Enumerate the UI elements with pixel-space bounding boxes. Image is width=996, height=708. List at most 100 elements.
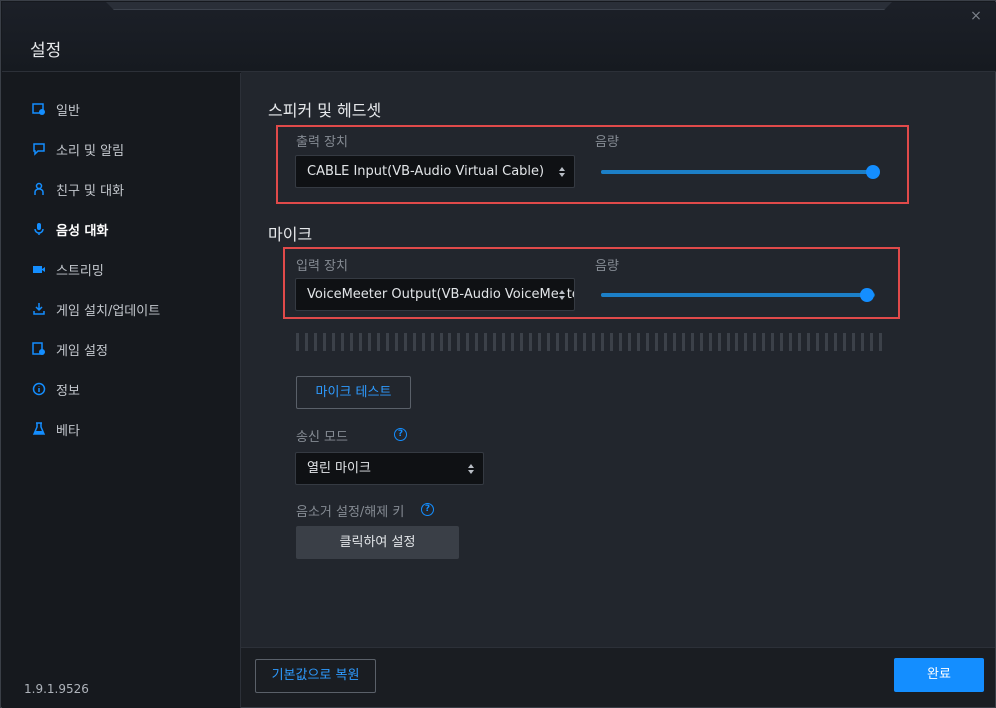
transmit-mode-select[interactable]: 열린 마이크 (295, 452, 484, 485)
sidebar-item-label: 게임 설치/업데이트 (56, 303, 161, 319)
meter-bar (511, 333, 515, 351)
meter-bar (843, 333, 847, 351)
meter-bar (870, 333, 873, 351)
meter-bar (627, 333, 631, 351)
meter-bar (735, 333, 739, 351)
input-device-value: VoiceMeeter Output(VB-Audio VoiceMeeter … (307, 287, 574, 302)
meter-bar (340, 333, 344, 351)
meter-bar (681, 333, 685, 351)
sidebar-item-beta[interactable]: 베타 (32, 419, 80, 439)
input-volume-label: 음량 (595, 259, 619, 274)
meter-bar (645, 333, 649, 351)
meter-bar (618, 333, 622, 351)
close-icon[interactable]: × (968, 8, 984, 24)
meter-bar (789, 333, 793, 351)
slider-fill (601, 293, 867, 297)
mic-level-meter (296, 333, 882, 351)
meter-bar (753, 333, 757, 351)
updown-arrows-icon (559, 167, 565, 177)
sidebar-item-friends[interactable]: 친구 및 대화 (32, 179, 124, 199)
meter-bar (376, 333, 380, 351)
updown-arrows-icon (468, 464, 474, 474)
input-volume-slider[interactable] (601, 288, 875, 302)
sidebar-item-label: 친구 및 대화 (56, 183, 125, 199)
gear-window-icon (32, 102, 46, 116)
output-device-select[interactable]: CABLE Input(VB-Audio Virtual Cable) (295, 155, 575, 188)
meter-bar (493, 333, 497, 351)
sidebar: 일반 소리 및 알림 친구 및 대화 음성 대화 스트리밍 게임 설치/업데이트… (2, 73, 241, 708)
meter-bar (484, 333, 488, 351)
input-device-label: 입력 장치 (296, 259, 348, 274)
sidebar-item-streaming[interactable]: 스트리밍 (32, 259, 104, 279)
speech-bubble-icon (32, 142, 46, 156)
meter-bar (600, 333, 604, 351)
mic-test-button[interactable]: 마이크 테스트 (296, 376, 411, 409)
meter-bar (430, 333, 434, 351)
sidebar-item-label: 게임 설정 (56, 343, 108, 359)
meter-bar (852, 333, 856, 351)
speakers-section-title: 스피커 및 헤드셋 (268, 101, 382, 120)
meter-bar (565, 333, 569, 351)
meter-bar (717, 333, 721, 351)
meter-bar (538, 333, 542, 351)
meter-bar (349, 333, 353, 351)
help-icon[interactable]: ? (394, 428, 407, 441)
meter-bar (547, 333, 551, 351)
sidebar-item-voice-chat[interactable]: 음성 대화 (32, 219, 108, 239)
meter-bar (322, 333, 326, 351)
meter-bar (466, 333, 470, 351)
sidebar-item-general[interactable]: 일반 (32, 99, 80, 119)
meter-bar (654, 333, 658, 351)
meter-bar (583, 333, 586, 351)
help-icon[interactable]: ? (421, 503, 434, 516)
sidebar-item-game-install[interactable]: 게임 설치/업데이트 (32, 299, 160, 319)
meter-bar (556, 333, 560, 351)
download-icon (32, 302, 46, 316)
info-icon (32, 382, 46, 396)
meter-bar (502, 333, 506, 351)
flask-icon (32, 422, 46, 436)
meter-bar (825, 333, 829, 351)
microphone-section-title: 마이크 (268, 225, 313, 244)
meter-bar (385, 333, 389, 351)
sidebar-item-label: 정보 (56, 383, 80, 399)
meter-bar (331, 333, 335, 351)
mute-key-set-button[interactable]: 클릭하여 설정 (296, 526, 459, 559)
updown-arrows-icon (558, 289, 566, 301)
meter-bar (520, 333, 524, 351)
meter-bar (304, 333, 308, 351)
sidebar-item-info[interactable]: 정보 (32, 379, 80, 399)
slider-thumb[interactable] (866, 165, 881, 179)
done-button[interactable]: 완료 (894, 658, 984, 692)
video-camera-icon (32, 262, 46, 276)
meter-bar (726, 333, 730, 351)
transmit-mode-label: 송신 모드 (296, 430, 348, 445)
sidebar-item-label: 음성 대화 (56, 223, 109, 239)
meter-bar (744, 333, 748, 351)
output-volume-label: 음량 (595, 135, 619, 150)
meter-bar (690, 333, 694, 351)
meter-bar (771, 333, 775, 351)
sidebar-item-sound[interactable]: 소리 및 알림 (32, 139, 124, 159)
meter-bar (574, 333, 578, 351)
meter-bar (412, 333, 416, 351)
meter-bar (448, 333, 452, 351)
sidebar-item-game-settings[interactable]: 게임 설정 (32, 339, 108, 359)
sidebar-item-label: 베타 (56, 423, 80, 439)
reset-defaults-button[interactable]: 기본값으로 복원 (255, 659, 376, 693)
title-bar-notch (106, 2, 892, 10)
meter-bar (403, 333, 407, 351)
meter-bar (591, 333, 595, 351)
meter-bar (529, 333, 533, 351)
meter-bar (780, 333, 784, 351)
meter-bar (421, 333, 425, 351)
meter-bar (296, 333, 299, 351)
output-volume-slider[interactable] (601, 165, 881, 179)
slider-thumb[interactable] (859, 288, 874, 302)
meter-bar (636, 333, 640, 351)
person-icon (32, 182, 46, 196)
meter-bar (457, 333, 461, 351)
output-device-label: 출력 장치 (296, 135, 348, 150)
input-device-select[interactable]: VoiceMeeter Output(VB-Audio VoiceMeeter … (295, 278, 575, 311)
window-title: 설정 (30, 41, 62, 61)
